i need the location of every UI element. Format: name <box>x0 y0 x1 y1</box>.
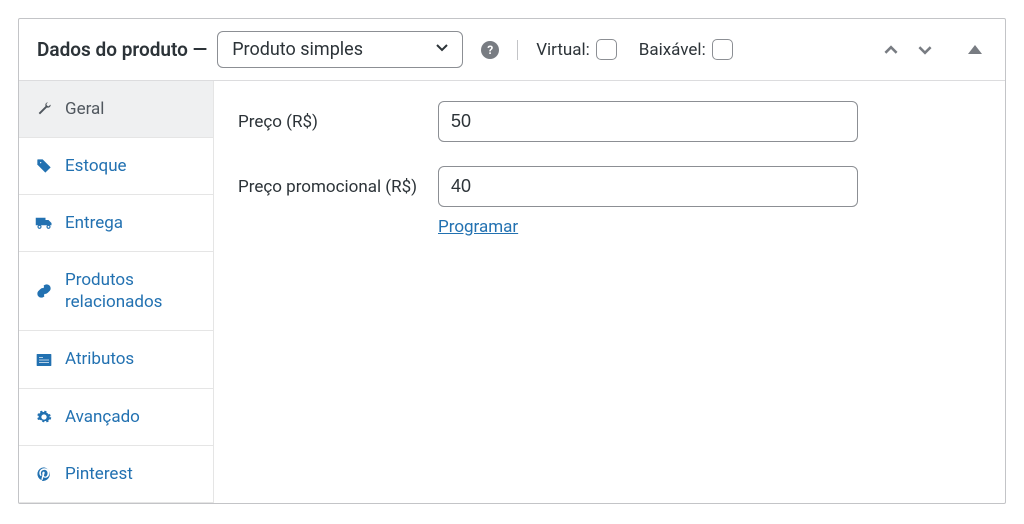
tab-label: Estoque <box>65 155 127 177</box>
tab-label: Atributos <box>65 348 134 370</box>
tab-label: Produtos relacionados <box>65 269 197 313</box>
tab-shipping[interactable]: Entrega <box>19 195 213 252</box>
price-input[interactable] <box>438 101 858 142</box>
separator <box>517 40 518 60</box>
price-label: Preço (R$) <box>238 112 438 132</box>
tab-general[interactable]: Geral <box>19 81 213 138</box>
product-type-select[interactable]: Produto simples <box>217 31 463 68</box>
schedule-link[interactable]: Programar <box>438 217 518 237</box>
downloadable-checkbox[interactable] <box>712 39 733 60</box>
gear-icon <box>35 409 53 425</box>
virtual-checkbox[interactable] <box>596 39 617 60</box>
link-icon <box>35 283 53 299</box>
tag-icon <box>35 158 53 174</box>
tab-label: Pinterest <box>65 463 133 485</box>
schedule-row: Programar <box>438 217 981 237</box>
tab-label: Entrega <box>65 212 123 234</box>
tab-label: Avançado <box>65 406 140 428</box>
panel-body: Geral Estoque Entrega Produtos relaciona… <box>19 81 1005 503</box>
tab-pinterest[interactable]: Pinterest <box>19 446 213 503</box>
sale-price-label: Preço promocional (R$) <box>238 177 438 197</box>
panel-header: Dados do produto — Produto simples ? Vir… <box>19 19 1005 81</box>
truck-icon <box>35 216 53 230</box>
downloadable-option[interactable]: Baixável: <box>639 39 733 60</box>
price-row: Preço (R$) <box>238 101 981 142</box>
virtual-label: Virtual: <box>536 40 590 60</box>
move-up-button[interactable] <box>879 38 903 62</box>
move-down-button[interactable] <box>913 38 937 62</box>
downloadable-label: Baixável: <box>639 40 706 60</box>
tabs-sidebar: Geral Estoque Entrega Produtos relaciona… <box>19 81 214 503</box>
tab-advanced[interactable]: Avançado <box>19 389 213 446</box>
general-tab-content: Preço (R$) Preço promocional (R$) Progra… <box>214 81 1005 503</box>
collapse-toggle[interactable] <box>963 38 987 62</box>
list-icon <box>35 353 53 367</box>
help-icon[interactable]: ? <box>481 41 499 59</box>
wrench-icon <box>35 101 53 117</box>
tab-attributes[interactable]: Atributos <box>19 331 213 388</box>
sale-price-input[interactable] <box>438 166 858 207</box>
tab-label: Geral <box>65 98 104 120</box>
tab-inventory[interactable]: Estoque <box>19 138 213 195</box>
panel-title: Dados do produto — <box>37 38 207 61</box>
product-data-panel: Dados do produto — Produto simples ? Vir… <box>18 18 1006 504</box>
sale-price-row: Preço promocional (R$) <box>238 166 981 207</box>
tab-linked-products[interactable]: Produtos relacionados <box>19 252 213 331</box>
product-type-value: Produto simples <box>232 39 363 60</box>
pinterest-icon <box>35 466 53 482</box>
chevron-down-icon <box>434 39 450 60</box>
virtual-option[interactable]: Virtual: <box>536 39 617 60</box>
triangle-up-icon <box>968 45 982 54</box>
